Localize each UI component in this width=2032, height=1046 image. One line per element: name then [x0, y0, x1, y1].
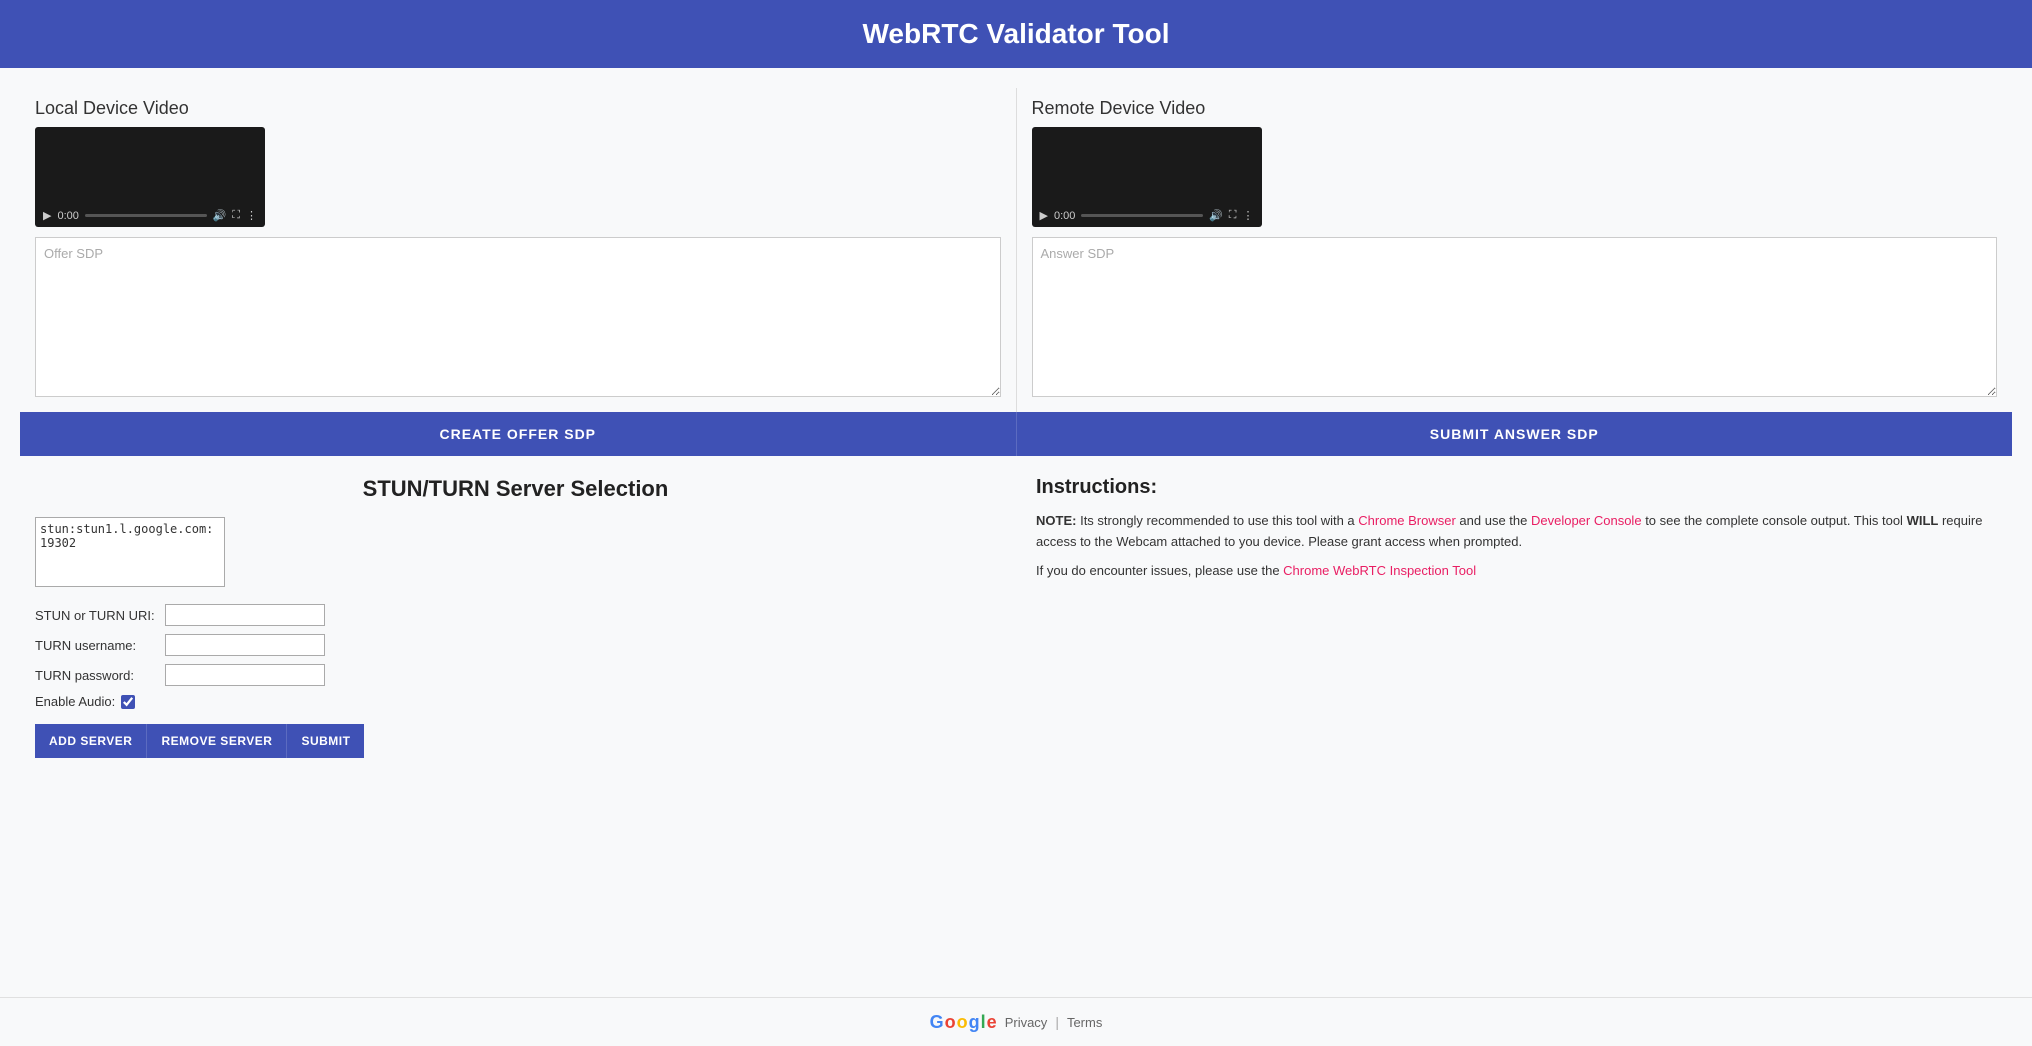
stun-section-title: STUN/TURN Server Selection	[35, 476, 996, 502]
remote-video-player: ▶ 0:00 🔊 ⛶ ⋮	[1032, 127, 1262, 227]
turn-password-row: TURN password:	[35, 664, 996, 686]
bottom-section: STUN/TURN Server Selection stun:stun1.l.…	[20, 466, 2012, 768]
remote-more-icon[interactable]: ⋮	[1243, 209, 1254, 222]
instructions-body: NOTE: Its strongly recommended to use th…	[1036, 511, 1997, 581]
add-server-button[interactable]: ADD SERVER	[35, 724, 147, 758]
server-button-row: ADD SERVER REMOVE SERVER SUBMIT	[35, 724, 996, 758]
local-play-icon[interactable]: ▶	[43, 209, 51, 222]
webrtc-inspection-link[interactable]: Chrome WebRTC Inspection Tool	[1283, 563, 1476, 578]
stun-server-list[interactable]: stun:stun1.l.google.com:19302	[35, 517, 225, 587]
enable-audio-checkbox[interactable]	[121, 695, 135, 709]
google-letter-g: G	[930, 1013, 944, 1031]
local-video-panel: Local Device Video ▶ 0:00 🔊 ⛶ ⋮	[20, 88, 1016, 412]
encounter-text: If you do encounter issues, please use t…	[1036, 563, 1283, 578]
google-letter-o2: o	[957, 1013, 968, 1031]
instructions-encounter-line: If you do encounter issues, please use t…	[1036, 561, 1997, 582]
stun-panel: STUN/TURN Server Selection stun:stun1.l.…	[35, 476, 1026, 758]
google-letter-o1: o	[945, 1013, 956, 1031]
local-video-controls: ▶ 0:00 🔊 ⛶ ⋮	[43, 209, 257, 222]
submit-button[interactable]: SUBMIT	[287, 724, 364, 758]
page-title: WebRTC Validator Tool	[863, 18, 1170, 49]
remote-video-label: Remote Device Video	[1032, 98, 1998, 119]
turn-username-row: TURN username:	[35, 634, 996, 656]
turn-username-input[interactable]	[165, 634, 325, 656]
instructions-note-line: NOTE: Its strongly recommended to use th…	[1036, 511, 1997, 553]
local-fullscreen-icon[interactable]: ⛶	[232, 209, 240, 222]
remote-video-progress	[1081, 214, 1203, 217]
google-letter-g2: g	[969, 1013, 980, 1031]
google-logo: G o o g l e	[930, 1013, 997, 1031]
submit-answer-button[interactable]: SUBMIT ANSWER SDP	[1017, 412, 2013, 456]
footer-divider: |	[1055, 1014, 1059, 1030]
privacy-link[interactable]: Privacy	[1005, 1015, 1048, 1030]
terms-link[interactable]: Terms	[1067, 1015, 1102, 1030]
stun-uri-label: STUN or TURN URI:	[35, 608, 165, 623]
stun-uri-row: STUN or TURN URI:	[35, 604, 996, 626]
offer-sdp-textarea[interactable]	[35, 237, 1001, 397]
instructions-title: Instructions:	[1036, 476, 1997, 499]
enable-audio-row: Enable Audio:	[35, 694, 996, 709]
note-text3: to see the complete console output. This…	[1645, 513, 1906, 528]
local-video-time: 0:00	[57, 210, 78, 222]
top-section: Local Device Video ▶ 0:00 🔊 ⛶ ⋮ Remote D…	[20, 88, 2012, 412]
remote-play-icon[interactable]: ▶	[1040, 209, 1048, 222]
remote-video-panel: Remote Device Video ▶ 0:00 🔊 ⛶ ⋮	[1017, 88, 2013, 412]
remote-video-time: 0:00	[1054, 210, 1075, 222]
remove-server-button[interactable]: REMOVE SERVER	[147, 724, 287, 758]
local-video-progress	[85, 214, 207, 217]
page-footer: G o o g l e Privacy | Terms	[0, 997, 2032, 1046]
local-video-player: ▶ 0:00 🔊 ⛶ ⋮	[35, 127, 265, 227]
remote-video-controls: ▶ 0:00 🔊 ⛶ ⋮	[1040, 209, 1254, 222]
turn-password-input[interactable]	[165, 664, 325, 686]
chrome-browser-link[interactable]: Chrome Browser	[1358, 513, 1456, 528]
google-letter-e: e	[987, 1013, 997, 1031]
will-label: WILL	[1907, 513, 1939, 528]
turn-password-label: TURN password:	[35, 668, 165, 683]
remote-fullscreen-icon[interactable]: ⛶	[1229, 209, 1237, 222]
answer-sdp-textarea[interactable]	[1032, 237, 1998, 397]
instructions-panel: Instructions: NOTE: Its strongly recomme…	[1026, 476, 1997, 758]
local-video-label: Local Device Video	[35, 98, 1001, 119]
create-offer-button[interactable]: CREATE OFFER SDP	[20, 412, 1017, 456]
note-text2: and use the	[1459, 513, 1531, 528]
note-label: NOTE:	[1036, 513, 1076, 528]
local-more-icon[interactable]: ⋮	[246, 209, 257, 222]
google-letter-l: l	[981, 1013, 986, 1031]
turn-username-label: TURN username:	[35, 638, 165, 653]
note-text1: Its strongly recommended to use this too…	[1080, 513, 1358, 528]
sdp-button-row: CREATE OFFER SDP SUBMIT ANSWER SDP	[20, 412, 2012, 456]
main-content: Local Device Video ▶ 0:00 🔊 ⛶ ⋮ Remote D…	[0, 68, 2032, 997]
dev-console-link[interactable]: Developer Console	[1531, 513, 1642, 528]
remote-mute-icon[interactable]: 🔊	[1209, 209, 1223, 222]
local-mute-icon[interactable]: 🔊	[213, 209, 227, 222]
enable-audio-label: Enable Audio:	[35, 694, 115, 709]
app-header: WebRTC Validator Tool	[0, 0, 2032, 68]
stun-uri-input[interactable]	[165, 604, 325, 626]
